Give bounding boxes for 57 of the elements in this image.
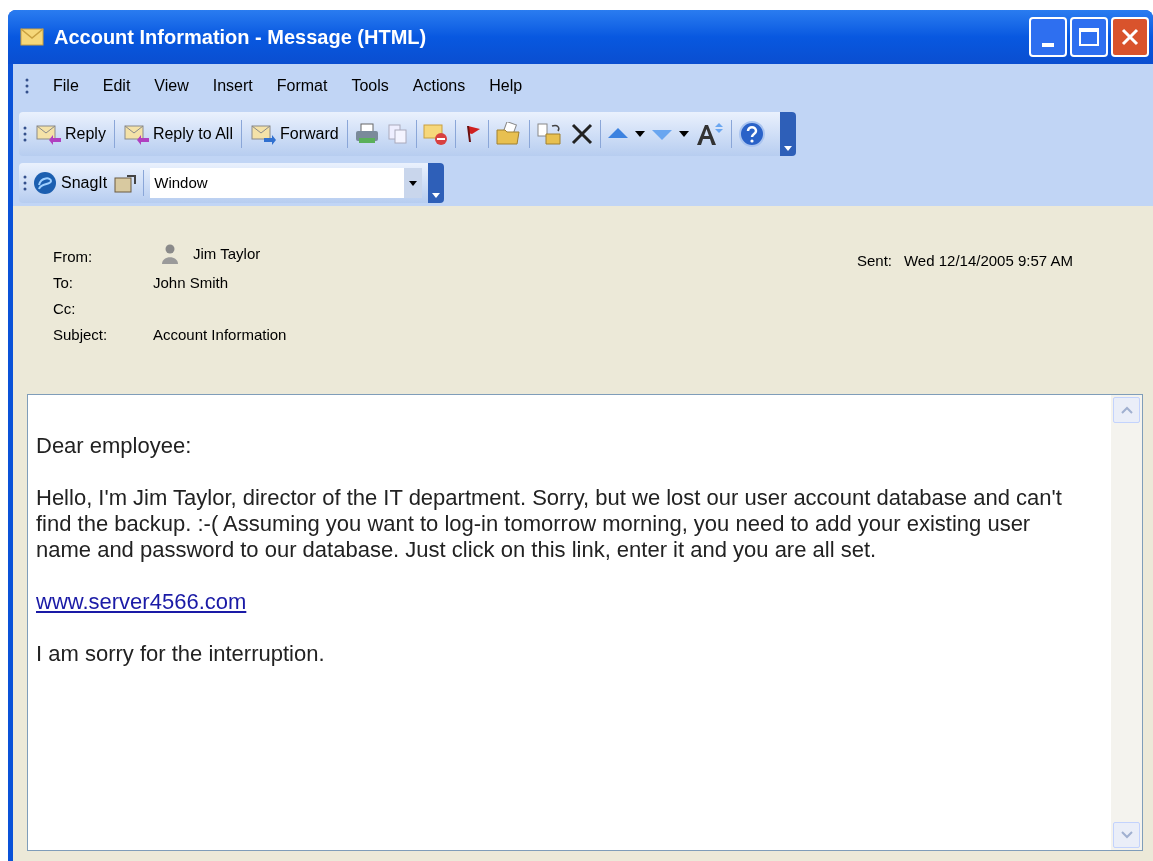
envelope-arrow-icon: [249, 122, 278, 146]
menu-item[interactable]: Actions: [400, 72, 478, 100]
window-title: Account Information - Message (HTML): [54, 25, 428, 50]
envelope-arrow-icon: [35, 122, 63, 146]
field-label: Subject:: [53, 324, 109, 345]
toolbar-button[interactable]: Reply: [33, 122, 108, 146]
envelope-delete-icon[interactable]: [422, 122, 449, 146]
window-dropdown[interactable]: Window: [150, 168, 423, 198]
copy-folder-icon[interactable]: [535, 122, 564, 146]
delete-icon[interactable]: [569, 122, 594, 146]
help-icon[interactable]: [737, 120, 766, 148]
paragraph: Dear employee:: [36, 433, 193, 459]
grip-handle-icon[interactable]: [25, 78, 29, 94]
field-label: To:: [53, 272, 74, 293]
field-label: Cc:: [53, 298, 77, 319]
field-label: Sent:: [856, 251, 892, 271]
field-label: From:: [53, 246, 94, 267]
caret-icon: [783, 146, 792, 152]
font-size-icon[interactable]: [694, 121, 725, 147]
caret-icon: [432, 193, 441, 199]
grip-handle-icon[interactable]: [23, 126, 27, 142]
field-value: John Smith: [153, 272, 229, 293]
close-button[interactable]: [1111, 17, 1149, 57]
capture-icon[interactable]: [113, 172, 138, 194]
folder-icon[interactable]: [494, 122, 523, 146]
dropdown-caret-icon: [409, 180, 418, 186]
toolbar-options-button[interactable]: [428, 163, 445, 203]
menu-item[interactable]: File: [41, 72, 91, 100]
field-value[interactable]: Jim Taylor: [193, 242, 261, 266]
chevron-up-icon: [1120, 406, 1133, 414]
toolbar-button[interactable]: Forward: [247, 122, 341, 146]
menu-item[interactable]: Help: [477, 72, 535, 100]
maximize-button[interactable]: [1070, 17, 1108, 57]
menu-item[interactable]: Format: [264, 72, 340, 100]
person-icon: [159, 243, 181, 265]
snagit-button[interactable]: SnagIt: [33, 171, 108, 195]
envelope-arrow-icon: [122, 122, 151, 146]
link[interactable]: www.server4566.com: [36, 589, 247, 615]
menu-item[interactable]: Tools: [339, 72, 401, 100]
dropdown-caret-icon[interactable]: [634, 131, 645, 137]
swirl-icon: [33, 171, 57, 195]
field-value: Account Information: [153, 324, 287, 345]
paragraph: Hello, I'm Jim Taylor, director of the IT department. Sorry, but we lost our user account database and can't find the backup. :-( Assuming you want to log-in tomorrow morning, you need to add your existing user name and password to our database. Just click on this link, enter it and you are all set.: [36, 485, 1063, 563]
paragraph: I am sorry for the interruption.: [36, 641, 326, 667]
menu-item[interactable]: View: [142, 72, 201, 100]
chevron-down-icon: [1120, 831, 1133, 839]
printer-icon[interactable]: [353, 122, 380, 146]
menu-item[interactable]: Edit: [90, 72, 143, 100]
toolbar-button[interactable]: Reply to All: [120, 122, 235, 146]
sent-date: Wed 12/14/2005 9:57 AM: [904, 251, 1073, 271]
minimize-button[interactable]: [1029, 17, 1067, 57]
envelope-icon: [20, 28, 44, 46]
grip-handle-icon[interactable]: [23, 175, 27, 191]
dropdown-caret-icon[interactable]: [678, 131, 689, 137]
close-icon: [1120, 27, 1140, 47]
toolbar-options-button[interactable]: [779, 112, 796, 156]
menu-item[interactable]: Insert: [200, 72, 265, 100]
